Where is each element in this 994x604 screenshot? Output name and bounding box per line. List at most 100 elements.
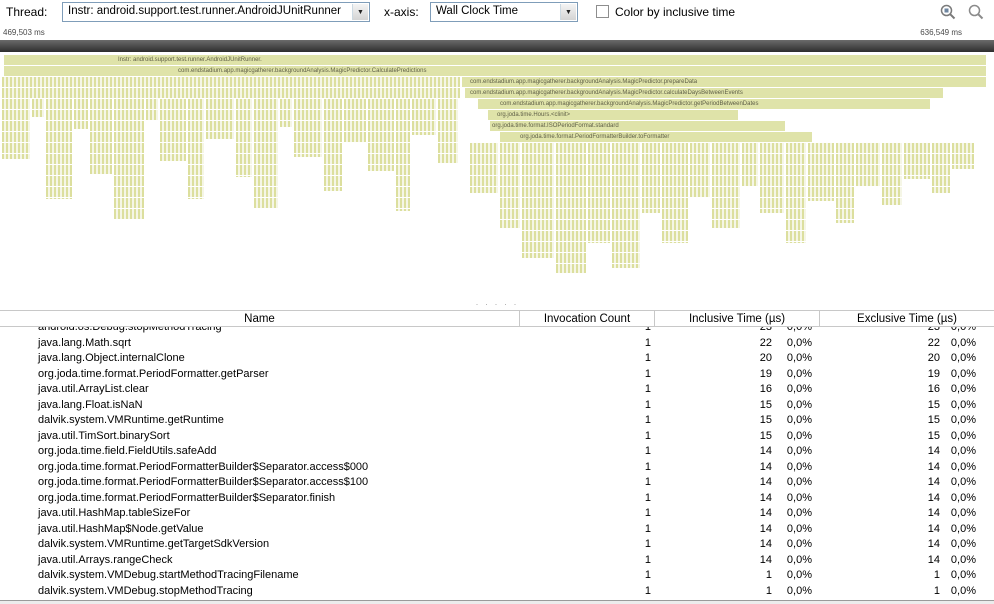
- table-row[interactable]: dalvik.system.VMDebug.stopMethodTracing 1…: [0, 583, 994, 599]
- flame-texture-block[interactable]: [396, 99, 410, 211]
- inclusive-percent: 0,0%: [786, 352, 812, 365]
- cell-invocation-count: 1: [644, 569, 651, 582]
- flame-texture-block[interactable]: [344, 99, 366, 143]
- flame-texture-block[interactable]: [90, 99, 112, 174]
- cell-invocation-count: 1: [644, 538, 651, 551]
- table-row[interactable]: org.joda.time.format.PeriodFormatter.get…: [0, 366, 994, 382]
- flame-texture-block[interactable]: [2, 99, 30, 159]
- flame-texture-block[interactable]: [808, 143, 834, 201]
- flame-texture-block[interactable]: [690, 143, 710, 198]
- flame-texture-block[interactable]: [236, 99, 252, 177]
- flame-texture-block[interactable]: [470, 143, 498, 193]
- table-row[interactable]: java.util.TimSort.binarySort 1 15 0,0% 15 0,0…: [0, 428, 994, 444]
- flame-texture-block[interactable]: [556, 143, 586, 273]
- column-header-exclusive-time[interactable]: Exclusive Time (µs): [820, 311, 994, 326]
- cell-invocation-count: 1: [644, 584, 651, 597]
- flame-texture-block[interactable]: [2, 77, 460, 98]
- flame-texture-block[interactable]: [588, 143, 610, 243]
- flame-texture-block[interactable]: [46, 99, 72, 199]
- inclusive-percent: 0,0%: [786, 538, 812, 551]
- cell-inclusive-time: 14 0,0%: [655, 476, 820, 488]
- splitter-grip-icon[interactable]: · · · · ·: [476, 299, 519, 309]
- exclusive-percent: 0,0%: [950, 522, 976, 535]
- flame-bar[interactable]: org.joda.time.format.ISOPeriodFormat.sta…: [490, 121, 785, 131]
- flame-bar-label: Instr: android.support.test.runner.Andro…: [118, 56, 262, 63]
- color-by-inclusive-checkbox[interactable]: [596, 5, 609, 18]
- flame-bar[interactable]: org.joda.time.format.PeriodFormatterBuil…: [500, 132, 812, 142]
- flame-texture-block[interactable]: [500, 143, 520, 228]
- flame-bar[interactable]: Instr: android.support.test.runner.Andro…: [4, 55, 986, 65]
- exclusive-percent: 0,0%: [950, 398, 976, 411]
- flame-texture-block[interactable]: [146, 99, 158, 121]
- flame-texture-block[interactable]: [904, 143, 930, 179]
- flame-texture-block[interactable]: [932, 143, 950, 193]
- flame-texture-block[interactable]: [836, 143, 854, 223]
- xaxis-dropdown[interactable]: Wall Clock Time ▼: [430, 2, 578, 22]
- table-row[interactable]: org.joda.time.format.PeriodFormatterBuil…: [0, 475, 994, 491]
- flame-texture-block[interactable]: [294, 99, 322, 157]
- zoom-fit-icon[interactable]: [938, 2, 958, 22]
- thread-dropdown[interactable]: Instr: android.support.test.runner.Andro…: [62, 2, 370, 22]
- flame-texture-block[interactable]: [786, 143, 806, 243]
- flame-texture-block[interactable]: [760, 143, 784, 213]
- flame-texture-block[interactable]: [742, 143, 758, 187]
- table-row[interactable]: java.util.HashMap.tableSizeFor 1 14 0,0% 14 0…: [0, 506, 994, 522]
- table-row[interactable]: dalvik.system.VMRuntime.getRuntime 1 15 0,0…: [0, 413, 994, 429]
- color-by-inclusive-label[interactable]: Color by inclusive time: [615, 5, 735, 19]
- flame-texture-block[interactable]: [412, 99, 436, 135]
- clipped-row-container: android.os.Debug.stopMethodTracing1230,0…: [0, 327, 994, 335]
- cell-method-name: org.joda.time.field.FieldUtils.safeAdd: [38, 445, 217, 458]
- flame-texture-block[interactable]: [952, 143, 974, 169]
- flame-texture-block[interactable]: [114, 99, 144, 219]
- flame-bar[interactable]: org.joda.time.Hours.<clinit>: [488, 110, 738, 120]
- table-row[interactable]: java.util.HashMap$Node.getValue 1 14 0,0% 14…: [0, 521, 994, 537]
- flame-texture-block[interactable]: [324, 99, 342, 191]
- table-row[interactable]: java.util.Arrays.rangeCheck 1 14 0,0% 14 0,0%: [0, 552, 994, 568]
- table-row[interactable]: android.os.Debug.stopMethodTracing1230,0…: [0, 327, 994, 335]
- flame-bar[interactable]: com.endstadium.app.magicgatherer.backgro…: [4, 66, 986, 76]
- table-row[interactable]: org.joda.time.format.PeriodFormatterBuil…: [0, 490, 994, 506]
- splitter[interactable]: · · · · ·: [0, 300, 994, 310]
- flame-texture-block[interactable]: [612, 143, 640, 268]
- flame-bar[interactable]: com.endstadium.app.magicgatherer.backgro…: [478, 99, 930, 109]
- flame-texture-block[interactable]: [206, 99, 234, 139]
- table-row[interactable]: org.joda.time.format.PeriodFormatterBuil…: [0, 459, 994, 475]
- flame-chart[interactable]: Instr: android.support.test.runner.Andro…: [0, 52, 994, 300]
- flame-texture-block[interactable]: [882, 143, 902, 205]
- flame-texture-block[interactable]: [160, 99, 186, 161]
- flame-texture-block[interactable]: [280, 99, 292, 127]
- chevron-down-icon[interactable]: ▼: [352, 4, 368, 20]
- inclusive-value: 19: [759, 367, 772, 380]
- table-row[interactable]: java.lang.Float.isNaN 1 15 0,0% 15 0,0%: [0, 397, 994, 413]
- flame-texture-block[interactable]: [254, 99, 278, 209]
- flame-bar[interactable]: com.endstadium.app.magicgatherer.backgro…: [462, 77, 986, 87]
- flame-texture-block[interactable]: [712, 143, 740, 228]
- table-row[interactable]: org.joda.time.field.FieldUtils.safeAdd 1 1…: [0, 444, 994, 460]
- column-header-inclusive-time[interactable]: Inclusive Time (µs): [655, 311, 820, 326]
- flame-texture-block[interactable]: [856, 143, 880, 187]
- zoom-icon[interactable]: [966, 2, 986, 22]
- flame-texture-block[interactable]: [522, 143, 554, 258]
- inclusive-value: 23: [655, 327, 772, 333]
- flame-texture-block[interactable]: [662, 143, 688, 243]
- flame-bar[interactable]: com.endstadium.app.magicgatherer.backgro…: [465, 88, 943, 98]
- cell-inclusive-time: 14 0,0%: [655, 492, 820, 504]
- exclusive-percent: 0,0%: [950, 336, 976, 349]
- chevron-down-icon[interactable]: ▼: [560, 4, 576, 20]
- flame-texture-block[interactable]: [642, 143, 660, 213]
- column-header-name[interactable]: Name: [0, 311, 520, 326]
- range-selector[interactable]: [0, 40, 994, 52]
- flame-texture-block[interactable]: [438, 99, 458, 163]
- column-header-invocation-count[interactable]: Invocation Count: [520, 311, 655, 326]
- table-row[interactable]: java.lang.Object.internalClone 1 20 0,0% 20 0…: [0, 351, 994, 367]
- table-row[interactable]: dalvik.system.VMRuntime.getTargetSdkVers…: [0, 537, 994, 553]
- flame-texture-block[interactable]: [74, 99, 88, 129]
- flame-texture-block[interactable]: [368, 99, 394, 171]
- flame-texture-block[interactable]: [188, 99, 204, 199]
- cell-invocation-count: 1: [644, 367, 651, 380]
- exclusive-value: 14: [927, 491, 940, 504]
- table-row[interactable]: java.util.ArrayList.clear 1 16 0,0% 16 0,0%: [0, 382, 994, 398]
- table-row[interactable]: dalvik.system.VMDebug.startMethodTracing…: [0, 568, 994, 584]
- flame-texture-block[interactable]: [32, 99, 44, 117]
- table-row[interactable]: java.lang.Math.sqrt 1 22 0,0% 22 0,0%: [0, 335, 994, 351]
